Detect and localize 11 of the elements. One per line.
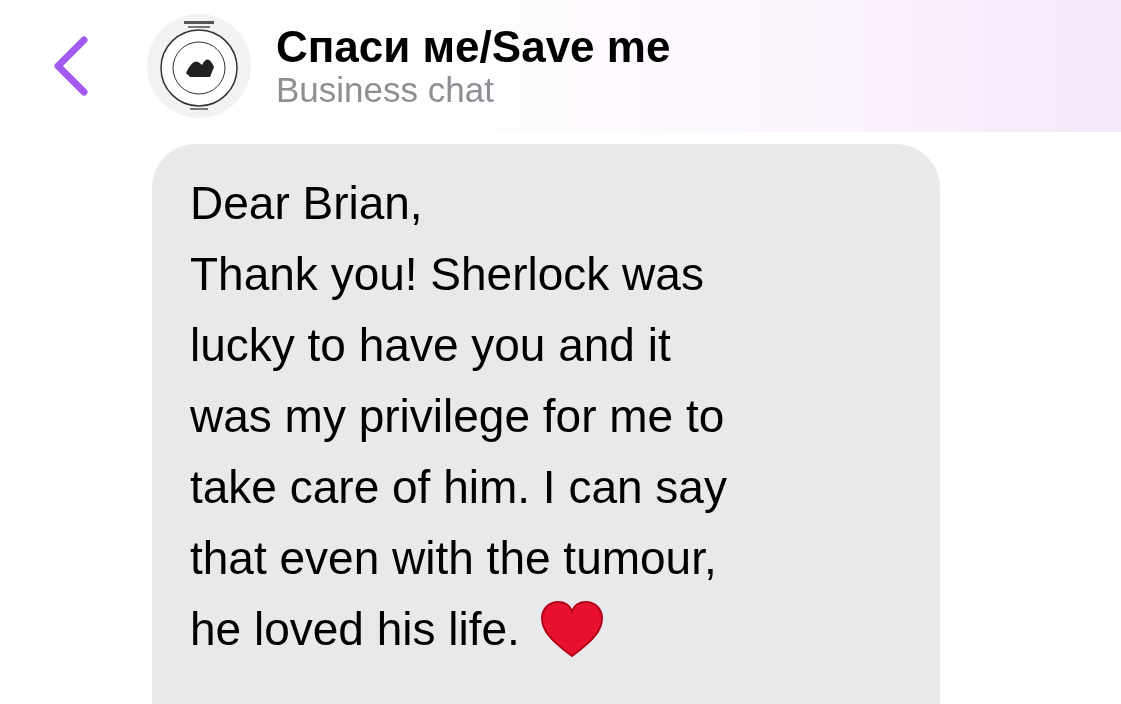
message-line: Dear Brian,	[190, 177, 423, 229]
message-line: Thank you! Sherlock was	[190, 248, 704, 300]
message-line: take care of him. I can say	[190, 461, 727, 513]
message-line: lucky to have you and it	[190, 319, 671, 371]
chat-subtitle: Business chat	[276, 70, 495, 110]
message-line: he loved his life.	[190, 602, 520, 657]
message-line: that even with the tumour,	[190, 532, 717, 584]
chat-title: Спаси ме/Save me	[276, 22, 671, 71]
avatar-logo-icon	[146, 13, 252, 119]
heart-icon	[539, 599, 604, 660]
message-line: was my privilege for me to	[190, 390, 725, 442]
